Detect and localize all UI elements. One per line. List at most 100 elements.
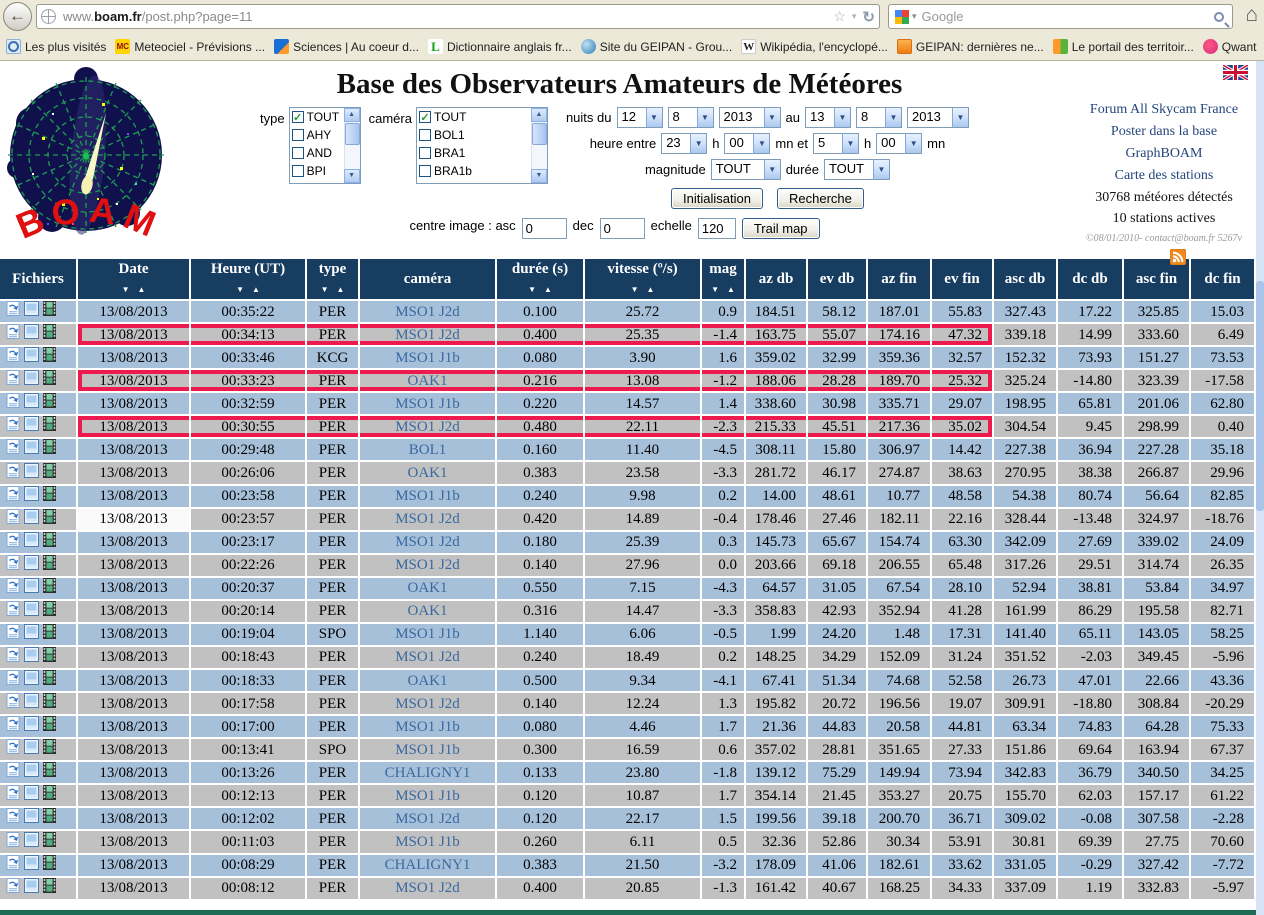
image-icon[interactable] (24, 462, 39, 484)
download-icon[interactable] (6, 393, 20, 414)
film-icon[interactable] (43, 693, 56, 714)
download-icon[interactable] (6, 670, 20, 691)
listbox-option[interactable]: AHY (290, 126, 344, 144)
film-icon[interactable] (43, 670, 56, 691)
sort-asc-icon[interactable]: ▲ (647, 285, 655, 294)
camera-link[interactable]: MSO1 J1b (360, 623, 497, 647)
duree-select[interactable]: TOUT ▼ (823, 159, 890, 180)
image-icon[interactable] (24, 623, 39, 645)
film-icon[interactable] (43, 347, 56, 368)
scroll-up-icon[interactable]: ▲ (530, 108, 547, 122)
camera-link[interactable]: OAK1 (360, 370, 497, 394)
scroll-up-icon[interactable]: ▲ (343, 108, 360, 122)
download-icon[interactable] (6, 554, 20, 576)
checkbox-icon[interactable]: ✓ (418, 111, 431, 124)
camera-link[interactable]: MSO1 J2d (360, 693, 497, 717)
scroll-down-icon[interactable]: ▼ (530, 169, 547, 183)
film-icon[interactable] (43, 577, 56, 599)
search-magnifier-icon[interactable] (1214, 11, 1224, 22)
trail-map-button[interactable]: Trail map (741, 218, 820, 239)
film-icon[interactable] (43, 393, 56, 414)
image-icon[interactable] (24, 554, 39, 576)
download-icon[interactable] (6, 739, 20, 760)
sort-desc-icon[interactable]: ▼ (122, 285, 130, 294)
asc-field[interactable] (521, 218, 567, 239)
download-icon[interactable] (6, 324, 20, 345)
download-icon[interactable] (6, 531, 20, 553)
download-icon[interactable] (6, 416, 20, 437)
film-icon[interactable] (43, 647, 56, 668)
camera-link[interactable]: MSO1 J1b (360, 831, 497, 855)
english-flag-icon[interactable] (1222, 63, 1249, 84)
type-listbox[interactable]: ✓ TOUT AHY AND BPI ▲ ▼ (288, 107, 361, 184)
col-header-mag[interactable]: mag ▼ ▲ (702, 259, 746, 301)
camera-link[interactable]: OAK1 (360, 670, 497, 694)
film-icon[interactable] (43, 808, 56, 829)
listbox-option[interactable]: ✓ TOUT (417, 108, 531, 126)
sort-desc-icon[interactable]: ▼ (528, 285, 536, 294)
link-graphboam[interactable]: GraphBOAM (1068, 143, 1260, 165)
image-icon[interactable] (24, 370, 39, 391)
film-icon[interactable] (43, 739, 56, 760)
film-icon[interactable] (43, 762, 56, 783)
film-icon[interactable] (43, 554, 56, 576)
url-dropdown-icon[interactable]: ▾ (852, 11, 857, 22)
bookmark-item[interactable]: Site du GEIPAN - Grou... (580, 39, 732, 54)
bookmark-star-icon[interactable]: ☆ (833, 8, 846, 25)
checkbox-icon[interactable] (418, 147, 431, 159)
bookmark-item[interactable]: Le portail des territoir... (1052, 39, 1194, 54)
camera-listbox[interactable]: ✓ TOUT BOL1 BRA1 BRA1b ▲ ▼ (415, 107, 548, 184)
image-icon[interactable] (24, 854, 39, 876)
camera-link[interactable]: MSO1 J2d (360, 416, 497, 440)
bookmark-item[interactable]: Sciences | Au coeur d... (274, 39, 419, 54)
echelle-field[interactable] (697, 218, 736, 239)
download-icon[interactable] (6, 600, 20, 622)
camera-link[interactable]: MSO1 J1b (360, 785, 497, 809)
image-icon[interactable] (24, 324, 39, 345)
image-icon[interactable] (24, 877, 39, 899)
film-icon[interactable] (43, 531, 56, 553)
link-poster[interactable]: Poster dans la base (1068, 121, 1260, 143)
page-scrollbar[interactable] (1256, 61, 1264, 915)
end-minute-select[interactable]: 00 ▼ (876, 133, 923, 154)
film-icon[interactable] (43, 831, 56, 853)
camera-link[interactable]: MSO1 J2d (360, 508, 497, 532)
download-icon[interactable] (6, 462, 20, 484)
camera-link[interactable]: MSO1 J2d (360, 877, 497, 901)
reload-icon[interactable]: ↻ (862, 8, 875, 26)
download-icon[interactable] (6, 693, 20, 714)
image-icon[interactable] (24, 600, 39, 622)
checkbox-icon[interactable] (291, 129, 304, 141)
image-icon[interactable] (24, 347, 39, 368)
link-carte-stations[interactable]: Carte des stations (1068, 165, 1260, 187)
image-icon[interactable] (24, 508, 39, 530)
bookmark-item[interactable]: L Dictionnaire anglais fr... (427, 39, 572, 54)
sort-asc-icon[interactable]: ▲ (337, 285, 345, 294)
col-header-vitesse-s-[interactable]: vitesse (º/s) ▼ ▲ (585, 259, 702, 301)
listbox-option[interactable]: BRA1b (417, 162, 531, 180)
film-icon[interactable] (43, 370, 56, 391)
film-icon[interactable] (43, 508, 56, 530)
camera-link[interactable]: MSO1 J2d (360, 301, 497, 325)
bookmark-item[interactable]: Les plus visités (6, 39, 106, 54)
image-icon[interactable] (24, 739, 39, 760)
home-icon[interactable]: ⌂ (1245, 3, 1258, 27)
sort-asc-icon[interactable]: ▲ (138, 285, 146, 294)
download-icon[interactable] (6, 508, 20, 530)
image-icon[interactable] (24, 716, 39, 737)
download-icon[interactable] (6, 347, 20, 368)
bookmark-item[interactable]: Qwant (1202, 39, 1256, 54)
film-icon[interactable] (43, 485, 56, 507)
scroll-down-icon[interactable]: ▼ (343, 169, 360, 183)
back-button[interactable]: ← (3, 2, 32, 31)
download-icon[interactable] (6, 485, 20, 507)
checkbox-icon[interactable]: ✓ (291, 111, 304, 124)
start-year-select[interactable]: 2013 ▼ (718, 107, 781, 128)
camera-link[interactable]: MSO1 J1b (360, 739, 497, 763)
image-icon[interactable] (24, 762, 39, 783)
search-input[interactable]: ▾ Google (888, 4, 1233, 29)
search-engine-dropdown-icon[interactable]: ▾ (912, 11, 917, 22)
url-field[interactable]: www.boam.fr/post.php?page=11 ☆ ▾ ↻ (36, 4, 880, 29)
sort-asc-icon[interactable]: ▲ (544, 285, 552, 294)
start-month-select[interactable]: 8 ▼ (667, 107, 714, 128)
